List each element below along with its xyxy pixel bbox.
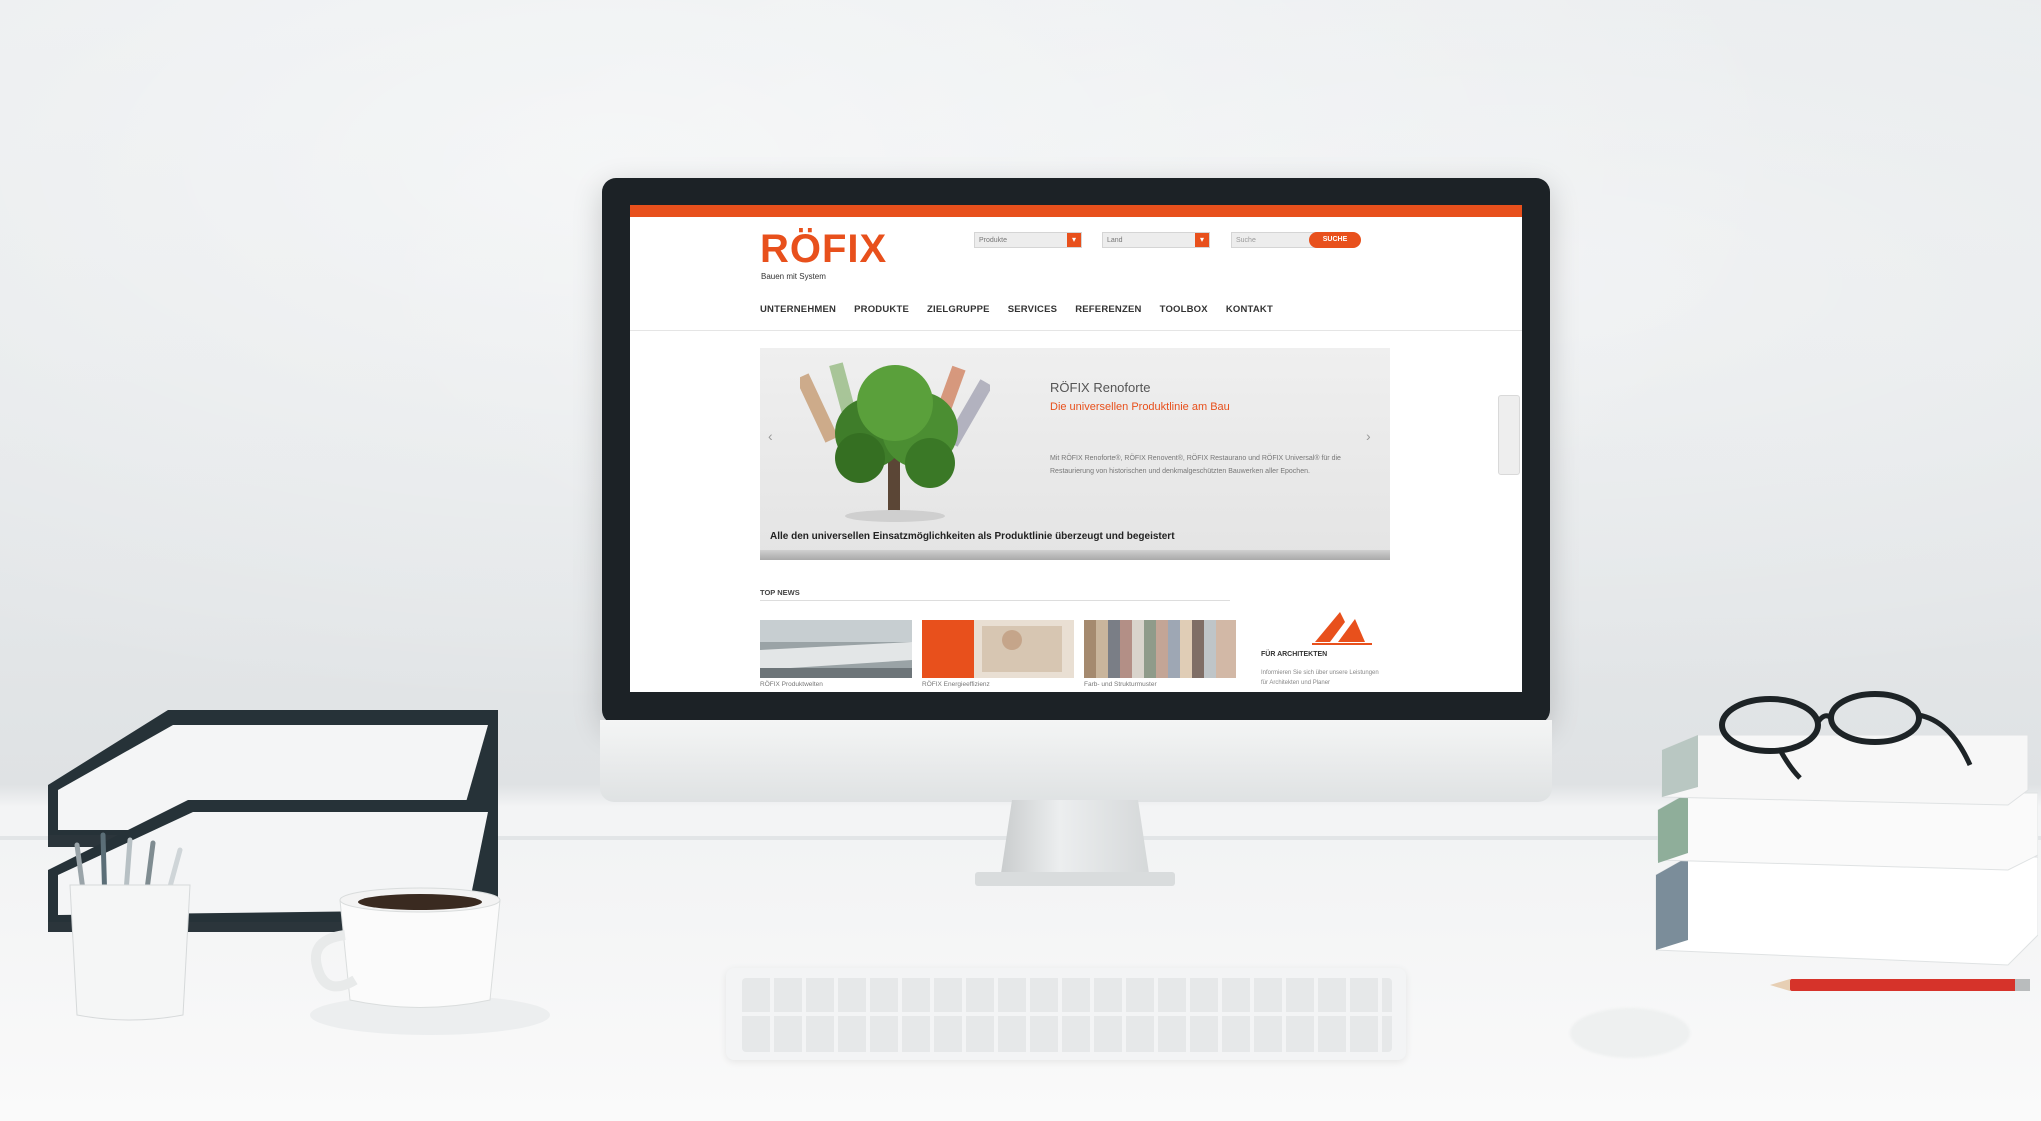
thumb-caption[interactable]: Farb- und Strukturmuster xyxy=(1084,681,1157,688)
architect-text: Informieren Sie sich über unsere Leistun… xyxy=(1261,670,1379,686)
slider-next-icon[interactable]: › xyxy=(1366,428,1371,444)
search-button[interactable]: SUCHE xyxy=(1309,232,1361,248)
mouse xyxy=(1570,1008,1690,1058)
chevron-down-icon: ▾ xyxy=(1195,233,1209,247)
coffee-cup xyxy=(310,887,550,1035)
architect-title[interactable]: FÜR ARCHITEKTEN xyxy=(1261,651,1327,658)
slider-caption[interactable]: Alle den universellen Einsatzmöglichkeit… xyxy=(770,531,1175,542)
monitor-screen: RÖFIX Bauen mit System Produkte ▾ Land ▾… xyxy=(630,205,1522,692)
top-news-heading: TOP NEWS xyxy=(760,588,800,597)
slider-bottom-bar xyxy=(760,550,1390,560)
nav-item-services[interactable]: SERVICES xyxy=(1008,304,1057,315)
architect-logo-icon xyxy=(1312,612,1372,645)
slide-text: Mit RÖFIX Renoforte®, RÖFIX Renovent®, R… xyxy=(1050,455,1341,475)
nav-item-zielgruppe[interactable]: ZIELGRUPPE xyxy=(927,304,990,315)
country-select-value: Land xyxy=(1107,237,1123,244)
thumb-caption[interactable]: RÖFIX Energieeffizienz xyxy=(922,681,990,688)
thumb-colors[interactable] xyxy=(1084,620,1236,678)
keyboard-keys xyxy=(742,978,1392,1052)
product-select[interactable]: Produkte ▾ xyxy=(974,232,1082,248)
main-navigation: UNTERNEHMEN PRODUKTE ZIELGRUPPE SERVICES… xyxy=(760,304,1273,315)
pencil-holder xyxy=(69,832,191,1021)
nav-item-unternehmen[interactable]: UNTERNEHMEN xyxy=(760,304,836,315)
top-news-divider xyxy=(760,600,1230,601)
tree-image xyxy=(800,362,990,522)
nav-item-referenzen[interactable]: REFERENZEN xyxy=(1075,304,1141,315)
monitor-chin xyxy=(600,720,1552,802)
red-pencil xyxy=(1770,979,2030,991)
brand-top-bar xyxy=(630,205,1522,217)
site-tagline: Bauen mit System xyxy=(761,272,826,281)
nav-item-produkte[interactable]: PRODUKTE xyxy=(854,304,909,315)
slider-prev-icon[interactable]: ‹ xyxy=(768,428,773,444)
nav-divider xyxy=(630,330,1522,331)
eyeglasses xyxy=(1719,691,1973,780)
slide-title: RÖFIX Renoforte xyxy=(1050,380,1151,395)
thumb-energy[interactable] xyxy=(922,620,1074,678)
nav-item-kontakt[interactable]: KONTAKT xyxy=(1226,304,1273,315)
monitor-stand xyxy=(1000,800,1150,880)
monitor-foot xyxy=(975,872,1175,886)
slide-subtitle: Die universellen Produktlinie am Bau xyxy=(1050,401,1230,413)
thumb-caption[interactable]: RÖFIX Produktwelten xyxy=(760,681,823,688)
site-logo[interactable]: RÖFIX xyxy=(760,227,887,272)
country-select[interactable]: Land ▾ xyxy=(1102,232,1210,248)
product-select-value: Produkte xyxy=(979,237,1008,244)
nav-item-toolbox[interactable]: TOOLBOX xyxy=(1160,304,1208,315)
hero-slider[interactable]: ‹ › RÖFIX Renoforte Die universellen Pro… xyxy=(760,348,1390,560)
side-tab-handle[interactable] xyxy=(1498,395,1520,475)
chevron-down-icon: ▾ xyxy=(1067,233,1081,247)
thumb-building[interactable] xyxy=(760,620,912,678)
